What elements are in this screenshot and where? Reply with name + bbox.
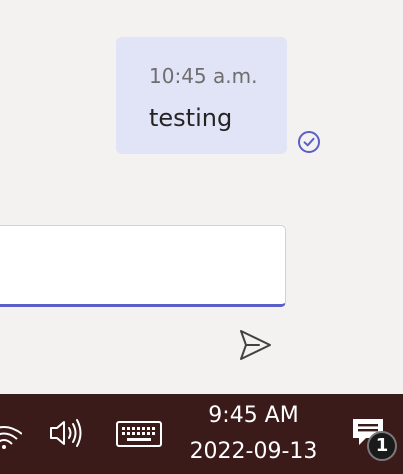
send-icon — [240, 330, 271, 360]
message-bubble[interactable]: 10:45 a.m. testing — [116, 37, 287, 154]
clock-time: 9:45 AM — [208, 403, 299, 428]
touch-keyboard-icon[interactable] — [112, 418, 166, 450]
read-receipt-icon — [297, 130, 321, 154]
clock-date: 2022-09-13 — [189, 439, 318, 464]
message-input[interactable] — [0, 226, 285, 304]
compose-box[interactable] — [0, 225, 286, 307]
taskbar-clock[interactable]: 9:45 AM 2022-09-13 — [185, 401, 322, 467]
taskbar: 9:45 AM 2022-09-13 1 — [0, 394, 403, 474]
volume-icon[interactable] — [48, 416, 86, 450]
notification-count-badge: 1 — [367, 431, 397, 461]
message-text: testing — [149, 104, 233, 132]
send-button[interactable] — [234, 324, 276, 366]
chat-area: 10:45 a.m. testing — [0, 0, 403, 394]
message-timestamp: 10:45 a.m. — [149, 64, 258, 88]
notification-center-button[interactable]: 1 — [348, 414, 400, 462]
network-icon[interactable] — [0, 416, 22, 450]
